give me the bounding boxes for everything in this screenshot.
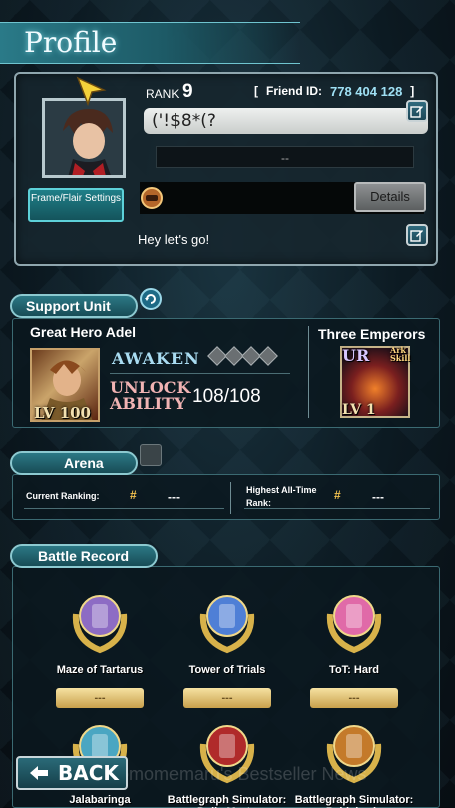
friend-id-value: 778 404 128 [330, 84, 403, 99]
unit-level-prefix: LV [34, 404, 55, 422]
back-label: BACK [58, 761, 119, 785]
unlock-ability-value: 108/108 [192, 386, 261, 407]
laurel-emblem-icon [326, 595, 382, 654]
arena-divider-line-2 [244, 508, 430, 509]
esper-rarity: UR [342, 346, 370, 365]
rank-hash-icon: # [130, 488, 137, 502]
refresh-icon [145, 294, 156, 304]
battle-record-name: ToT: Hard [329, 664, 379, 676]
frame-flair-settings-button[interactable]: Frame/Flair Settings [28, 188, 124, 222]
current-ranking-label: Current Ranking: [26, 491, 100, 501]
battle-record-value: --- [183, 688, 271, 708]
awaken-gem-icon [258, 346, 278, 366]
profile-panel: RANK 9 [ Friend ID: 778 404 128 ] ('!$8*… [14, 72, 438, 266]
watermark: Tomomemaru's Bestseller News [110, 764, 367, 784]
friend-bracket-close: ] [410, 84, 415, 98]
unit-level: LV 100 [34, 404, 91, 422]
player-name-field: ('!$8*(? [144, 108, 428, 134]
battle-record-item[interactable]: ToT: Hard --- [304, 584, 404, 708]
awaken-gems [207, 346, 278, 366]
esper-ark-skill-tag: Ark Skill [390, 345, 411, 363]
details-button[interactable]: Details [354, 182, 426, 212]
avatar[interactable] [42, 98, 126, 178]
highest-rank-label: Highest All-Time Rank: [246, 485, 317, 508]
highest-rank-value: --- [372, 490, 384, 504]
unit-level-value: 100 [59, 404, 91, 422]
battle-record-value: --- [310, 688, 398, 708]
friend-id-label: Friend ID: [266, 84, 322, 98]
esper-name: Three Emperors [318, 326, 426, 342]
battle-record-value: --- [56, 688, 144, 708]
edit-name-button[interactable] [406, 100, 428, 122]
arena-header: Arena [10, 451, 138, 475]
back-button[interactable]: BACK [16, 756, 128, 790]
flair-badge-icon [141, 187, 163, 209]
avatar-portrait [45, 101, 123, 175]
profile-message: Hey let's go! [138, 232, 210, 247]
esper-level-value: 1 [365, 402, 376, 418]
edit-message-button[interactable] [406, 224, 428, 246]
highest-hash-icon: # [334, 488, 341, 502]
battle-record-item[interactable]: Maze of Tartarus --- [50, 584, 150, 708]
battle-record-item[interactable]: Battlegraph Simulator: Pablaboria [295, 714, 413, 808]
support-vertical-divider [308, 326, 309, 418]
battle-record-name: Maze of Tartarus [56, 664, 144, 676]
page-title: Profile [24, 26, 118, 59]
unlock-ability-label: UNLOCK ABILITY [110, 380, 190, 412]
laurel-emblem-icon [72, 595, 128, 654]
refresh-support-button[interactable] [140, 288, 162, 310]
rank-value: 9 [182, 81, 193, 102]
support-unit-header: Support Unit [10, 294, 138, 318]
arena-divider-line [24, 508, 224, 509]
player-title-field: -- [156, 146, 414, 168]
cursor-arrow-icon [76, 76, 107, 106]
unlock-label-line2: ABILITY [110, 394, 186, 413]
arena-vertical-divider [230, 482, 231, 514]
battle-record-name: Tower of Trials [188, 664, 266, 676]
esper-level: LV 1 [342, 402, 376, 418]
support-unit-name: Great Hero Adel [30, 324, 137, 340]
friend-id-row: [ Friend ID: 778 404 128 ] [254, 84, 414, 99]
battle-record-name: Jalabaringa [69, 794, 131, 806]
battle-record-name: Battlegraph Simulator: Della Mortu [167, 794, 287, 808]
support-divider-line [110, 373, 290, 374]
awaken-label: AWAKEN [112, 349, 200, 368]
friend-bracket-open: [ [254, 84, 258, 98]
battle-record-header: Battle Record [10, 544, 158, 568]
pencil-icon [410, 106, 423, 118]
battle-record-name: Battlegraph Simulator: Pablaboria [294, 794, 414, 808]
rank-label: RANK [146, 87, 180, 101]
current-ranking-value: --- [168, 490, 180, 504]
esper-level-prefix: LV [342, 402, 362, 418]
battle-record-item[interactable]: Tower of Trials --- [177, 584, 277, 708]
arena-key-icon [140, 444, 162, 466]
laurel-emblem-icon [199, 595, 255, 654]
pencil-icon [410, 230, 423, 242]
battle-record-item[interactable]: Battlegraph Simulator: Della Mortu [168, 714, 286, 808]
back-arrow-icon [30, 766, 48, 780]
